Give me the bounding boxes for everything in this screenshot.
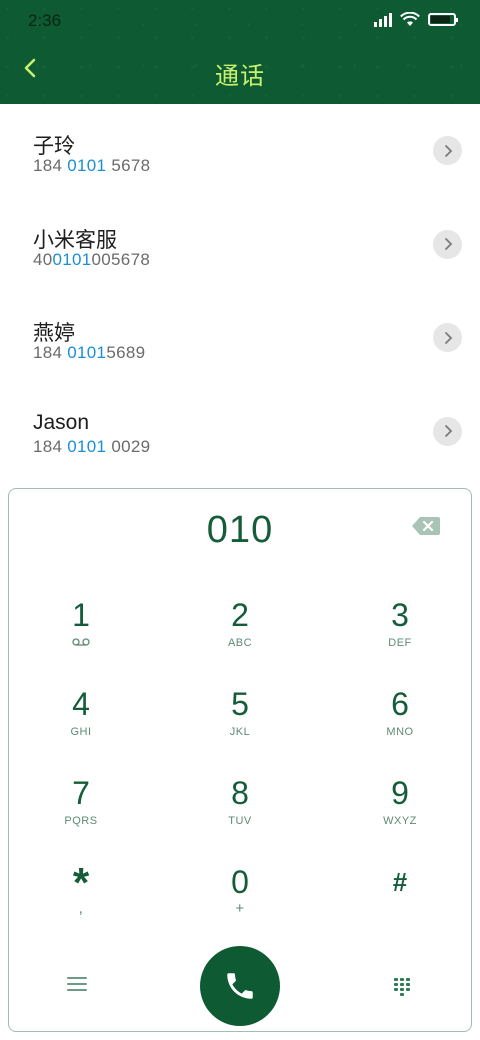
status-bar: 2:36	[0, 0, 480, 40]
number-prefix: 40	[33, 249, 53, 269]
key-hash[interactable]: #	[340, 864, 460, 944]
contact-item[interactable]: 子玲 184 0101 5678	[0, 104, 480, 198]
backspace-button[interactable]	[411, 515, 441, 537]
page-title: 通话	[215, 63, 265, 90]
key-letters: TUV	[228, 815, 252, 827]
key-star[interactable]: * ,	[21, 859, 141, 944]
number-suffix: 005678	[91, 249, 151, 269]
dial-display: 010	[206, 509, 274, 551]
keypad-toggle-button[interactable]	[393, 977, 411, 997]
signal-icon	[374, 12, 392, 27]
number-prefix: 184	[33, 436, 68, 456]
key-digit: 4	[72, 686, 90, 722]
key-digit: 0	[231, 864, 249, 900]
battery-icon	[428, 13, 458, 26]
key-digit: 6	[391, 686, 409, 722]
key-2[interactable]: 2 ABC	[180, 597, 300, 677]
key-digit: 2	[231, 597, 249, 633]
contact-list: 子玲 184 0101 5678 小米客服 400101005678 燕婷 18…	[0, 104, 480, 478]
backspace-icon	[412, 517, 440, 535]
contact-detail-button[interactable]	[433, 229, 462, 259]
contact-detail-button[interactable]	[433, 416, 462, 446]
key-7[interactable]: 7 PQRS	[21, 775, 141, 855]
menu-button[interactable]	[67, 975, 91, 995]
call-button[interactable]	[200, 946, 280, 1026]
key-digit: 1	[72, 597, 90, 633]
wifi-icon	[400, 12, 420, 26]
key-3[interactable]: 3 DEF	[340, 597, 460, 677]
number-match: 0101	[67, 343, 107, 362]
number-prefix: 184	[33, 343, 68, 362]
key-digit: 7	[72, 775, 90, 811]
key-letters: DEF	[388, 637, 412, 649]
contact-name: Jason	[33, 410, 90, 434]
key-letters: ABC	[227, 637, 253, 649]
dialpad: 010 1 2 ABC 3 DEF 4 GHI 5 JKL 6 MNO 7 PQ…	[8, 488, 472, 1032]
key-letters: JKL	[229, 726, 251, 738]
key-letters: +	[235, 900, 245, 917]
key-digit: 5	[231, 686, 249, 722]
number-match: 0101	[67, 436, 107, 456]
key-4[interactable]: 4 GHI	[21, 686, 141, 766]
status-time: 2:36	[28, 11, 62, 30]
key-letters: ,	[78, 900, 84, 917]
key-digit: 8	[231, 775, 249, 811]
key-6[interactable]: 6 MNO	[340, 686, 460, 766]
number-prefix: 184	[33, 156, 68, 175]
number-suffix: 5689	[106, 343, 146, 362]
contact-number: 184 0101 0029	[33, 437, 150, 457]
key-letters: MNO	[386, 726, 414, 738]
chevron-right-icon	[444, 238, 452, 250]
contact-item[interactable]: 小米客服 400101005678	[0, 198, 480, 292]
key-digit: #	[392, 867, 408, 897]
number-match: 0101	[67, 156, 107, 175]
status-icons	[374, 12, 458, 27]
number-match: 0101	[52, 249, 92, 269]
key-digit: 9	[391, 775, 409, 811]
contact-number: 400101005678	[33, 250, 150, 270]
contact-number: 184 01015689	[33, 343, 145, 363]
key-9[interactable]: 9 WXYZ	[340, 775, 460, 855]
contact-item[interactable]: 燕婷 184 01015689	[0, 291, 480, 385]
contact-item[interactable]: Jason 184 0101 0029	[0, 385, 480, 479]
app-header: 2:36 通话	[0, 0, 480, 104]
key-digit: 3	[391, 597, 409, 633]
contact-detail-button[interactable]	[433, 323, 462, 352]
key-letters: WXYZ	[383, 815, 417, 827]
keypad-icon	[394, 978, 410, 996]
number-suffix: 5678	[106, 156, 151, 175]
menu-icon	[67, 977, 87, 991]
chevron-right-icon	[444, 331, 452, 344]
key-letters: PQRS	[64, 815, 98, 827]
key-digit: *	[72, 859, 90, 906]
key-0[interactable]: 0 +	[180, 864, 300, 944]
number-suffix: 0029	[106, 436, 151, 456]
voicemail-icon	[21, 637, 141, 653]
phone-icon	[227, 973, 253, 999]
chevron-right-icon	[444, 144, 452, 157]
key-letters: GHI	[70, 726, 92, 738]
key-1[interactable]: 1	[21, 597, 141, 677]
key-5[interactable]: 5 JKL	[180, 686, 300, 766]
contact-detail-button[interactable]	[433, 136, 462, 165]
chevron-right-icon	[444, 425, 452, 437]
contact-number: 184 0101 5678	[33, 156, 150, 176]
key-8[interactable]: 8 TUV	[180, 775, 300, 855]
